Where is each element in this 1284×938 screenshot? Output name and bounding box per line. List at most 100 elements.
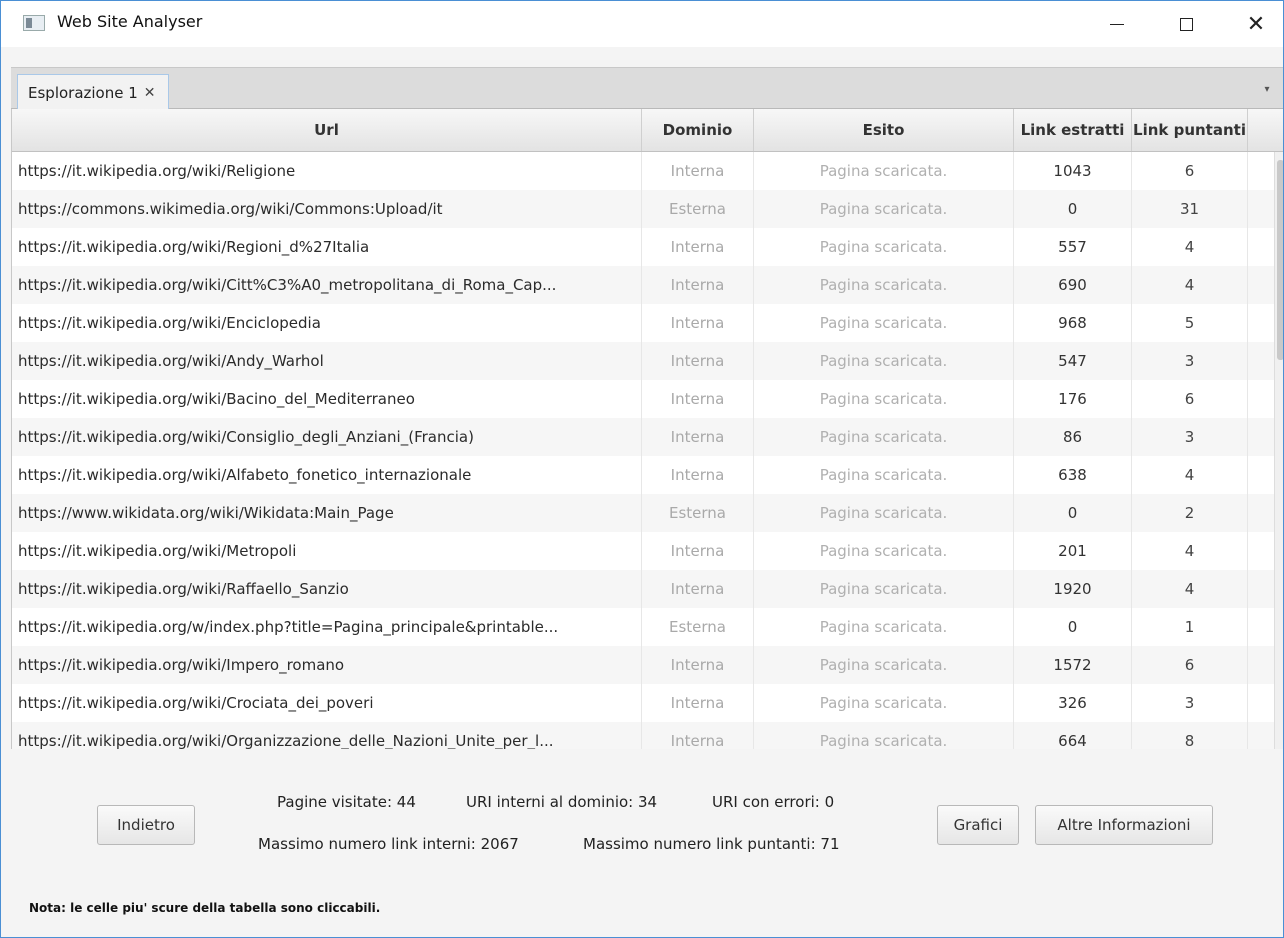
table-row[interactable]: https://it.wikipedia.org/w/index.php?tit… — [12, 608, 1274, 646]
cell-url[interactable]: https://www.wikidata.org/wiki/Wikidata:M… — [12, 494, 642, 532]
cell-dominio: Interna — [642, 342, 754, 380]
table-row[interactable]: https://it.wikipedia.org/wiki/Bacino_del… — [12, 380, 1274, 418]
cell-dominio: Interna — [642, 532, 754, 570]
cell-url[interactable]: https://it.wikipedia.org/wiki/Andy_Warho… — [12, 342, 642, 380]
cell-esito: Pagina scaricata. — [754, 646, 1014, 684]
cell-link-puntanti[interactable]: 3 — [1132, 684, 1248, 722]
column-header-dominio[interactable]: Dominio — [642, 109, 754, 151]
app-icon — [23, 15, 45, 31]
cell-link-estratti[interactable]: 690 — [1014, 266, 1132, 304]
cell-url[interactable]: https://it.wikipedia.org/wiki/Bacino_del… — [12, 380, 642, 418]
cell-link-puntanti[interactable]: 4 — [1132, 456, 1248, 494]
column-header-link-puntanti[interactable]: Link puntanti — [1132, 109, 1248, 151]
cell-link-puntanti[interactable]: 2 — [1132, 494, 1248, 532]
table-row[interactable]: https://commons.wikimedia.org/wiki/Commo… — [12, 190, 1274, 228]
cell-dominio: Interna — [642, 304, 754, 342]
table-row[interactable]: https://it.wikipedia.org/wiki/Organizzaz… — [12, 722, 1274, 749]
minimize-button[interactable] — [1087, 1, 1147, 47]
cell-link-puntanti[interactable]: 3 — [1132, 418, 1248, 456]
cell-url[interactable]: https://it.wikipedia.org/wiki/Consiglio_… — [12, 418, 642, 456]
cell-link-estratti[interactable]: 201 — [1014, 532, 1132, 570]
cell-link-puntanti[interactable]: 6 — [1132, 152, 1248, 190]
cell-link-estratti[interactable]: 1043 — [1014, 152, 1132, 190]
cell-esito: Pagina scaricata. — [754, 304, 1014, 342]
tab-esplorazione-1[interactable]: Esplorazione 1 ✕ — [17, 74, 169, 110]
table-row[interactable]: https://it.wikipedia.org/wiki/Metropoli I… — [12, 532, 1274, 570]
cell-link-puntanti[interactable]: 5 — [1132, 304, 1248, 342]
cell-link-puntanti[interactable]: 8 — [1132, 722, 1248, 749]
scrollbar-thumb[interactable] — [1277, 160, 1283, 360]
cell-url[interactable]: https://it.wikipedia.org/wiki/Religione — [12, 152, 642, 190]
cell-link-estratti[interactable]: 176 — [1014, 380, 1132, 418]
cell-url[interactable]: https://it.wikipedia.org/wiki/Raffaello_… — [12, 570, 642, 608]
table-row[interactable]: https://it.wikipedia.org/wiki/Alfabeto_f… — [12, 456, 1274, 494]
cell-dominio: Esterna — [642, 608, 754, 646]
table-row[interactable]: https://it.wikipedia.org/wiki/Regioni_d%… — [12, 228, 1274, 266]
maximize-button[interactable] — [1156, 1, 1216, 47]
cell-link-estratti[interactable]: 86 — [1014, 418, 1132, 456]
cell-link-puntanti[interactable]: 4 — [1132, 228, 1248, 266]
table-row[interactable]: https://it.wikipedia.org/wiki/Religione I… — [12, 152, 1274, 190]
uri-errori-label: URI con errori: 0 — [712, 793, 835, 811]
cell-url[interactable]: https://it.wikipedia.org/wiki/Alfabeto_f… — [12, 456, 642, 494]
cell-url[interactable]: https://it.wikipedia.org/wiki/Impero_rom… — [12, 646, 642, 684]
cell-link-puntanti[interactable]: 6 — [1132, 646, 1248, 684]
table-row[interactable]: https://www.wikidata.org/wiki/Wikidata:M… — [12, 494, 1274, 532]
table-row[interactable]: https://it.wikipedia.org/wiki/Citt%C3%A0… — [12, 266, 1274, 304]
table-row[interactable]: https://it.wikipedia.org/wiki/Crociata_d… — [12, 684, 1274, 722]
cell-link-puntanti[interactable]: 4 — [1132, 532, 1248, 570]
table-row[interactable]: https://it.wikipedia.org/wiki/Encicloped… — [12, 304, 1274, 342]
close-button[interactable]: ✕ — [1226, 1, 1283, 47]
cell-link-estratti[interactable]: 557 — [1014, 228, 1132, 266]
cell-esito: Pagina scaricata. — [754, 418, 1014, 456]
cell-url[interactable]: https://it.wikipedia.org/wiki/Crociata_d… — [12, 684, 642, 722]
cell-link-puntanti[interactable]: 31 — [1132, 190, 1248, 228]
table-row[interactable]: https://it.wikipedia.org/wiki/Raffaello_… — [12, 570, 1274, 608]
cell-url[interactable]: https://it.wikipedia.org/wiki/Encicloped… — [12, 304, 642, 342]
cell-url[interactable]: https://it.wikipedia.org/wiki/Citt%C3%A0… — [12, 266, 642, 304]
cell-link-puntanti[interactable]: 6 — [1132, 380, 1248, 418]
cell-link-estratti[interactable]: 547 — [1014, 342, 1132, 380]
vertical-scrollbar[interactable] — [1274, 152, 1283, 749]
cell-url[interactable]: https://commons.wikimedia.org/wiki/Commo… — [12, 190, 642, 228]
cell-link-puntanti[interactable]: 4 — [1132, 570, 1248, 608]
title-bar: Web Site Analyser ✕ — [1, 1, 1283, 47]
cell-link-estratti[interactable]: 326 — [1014, 684, 1132, 722]
cell-link-estratti[interactable]: 0 — [1014, 608, 1132, 646]
grafici-button[interactable]: Grafici — [937, 805, 1019, 845]
cell-link-estratti[interactable]: 0 — [1014, 190, 1132, 228]
tab-close-icon[interactable]: ✕ — [144, 85, 156, 101]
cell-url[interactable]: https://it.wikipedia.org/wiki/Regioni_d%… — [12, 228, 642, 266]
cell-dominio: Interna — [642, 456, 754, 494]
cell-link-puntanti[interactable]: 4 — [1132, 266, 1248, 304]
cell-url[interactable]: https://it.wikipedia.org/w/index.php?tit… — [12, 608, 642, 646]
cell-url[interactable]: https://it.wikipedia.org/wiki/Metropoli — [12, 532, 642, 570]
uri-interni-label: URI interni al dominio: 34 — [466, 793, 658, 811]
tab-menu-icon[interactable]: ▾ — [1255, 74, 1279, 104]
tab-label: Esplorazione 1 — [28, 83, 138, 102]
cell-link-estratti[interactable]: 638 — [1014, 456, 1132, 494]
cell-url[interactable]: https://it.wikipedia.org/wiki/Organizzaz… — [12, 722, 642, 749]
column-header-url[interactable]: Url — [12, 109, 642, 151]
cell-link-estratti[interactable]: 664 — [1014, 722, 1132, 749]
column-header-esito[interactable]: Esito — [754, 109, 1014, 151]
column-header-link-estratti[interactable]: Link estratti — [1014, 109, 1132, 151]
cell-dominio: Interna — [642, 152, 754, 190]
table-row[interactable]: https://it.wikipedia.org/wiki/Andy_Warho… — [12, 342, 1274, 380]
table-row[interactable]: https://it.wikipedia.org/wiki/Consiglio_… — [12, 418, 1274, 456]
cell-dominio: Interna — [642, 684, 754, 722]
back-button[interactable]: Indietro — [97, 805, 195, 845]
cell-link-estratti[interactable]: 1920 — [1014, 570, 1132, 608]
cell-link-puntanti[interactable]: 3 — [1132, 342, 1248, 380]
cell-esito: Pagina scaricata. — [754, 228, 1014, 266]
cell-link-estratti[interactable]: 968 — [1014, 304, 1132, 342]
cell-link-estratti[interactable]: 1572 — [1014, 646, 1132, 684]
cell-esito: Pagina scaricata. — [754, 266, 1014, 304]
cell-link-estratti[interactable]: 0 — [1014, 494, 1132, 532]
close-icon: ✕ — [1246, 11, 1266, 37]
table-row[interactable]: https://it.wikipedia.org/wiki/Impero_rom… — [12, 646, 1274, 684]
cell-dominio: Esterna — [642, 190, 754, 228]
cell-link-puntanti[interactable]: 1 — [1132, 608, 1248, 646]
cell-esito: Pagina scaricata. — [754, 152, 1014, 190]
altre-informazioni-button[interactable]: Altre Informazioni — [1035, 805, 1213, 845]
